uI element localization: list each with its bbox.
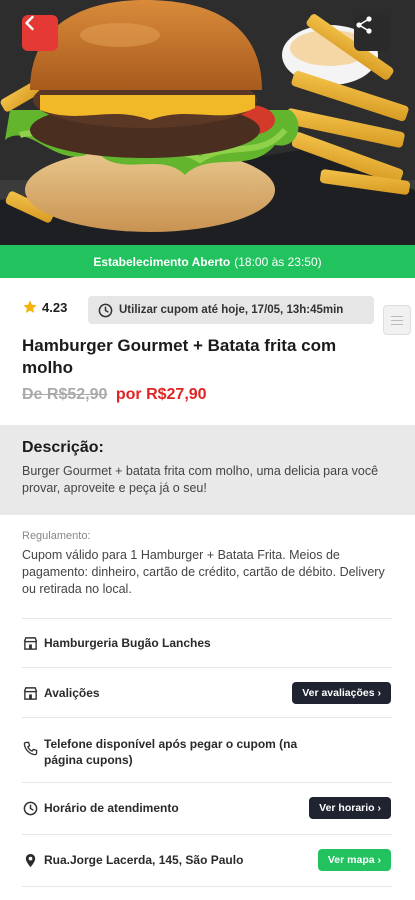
share-icon — [356, 16, 372, 34]
reviews-label: Avalições — [44, 686, 100, 700]
clock-icon — [22, 800, 38, 816]
divider — [22, 618, 392, 619]
back-button[interactable] — [22, 15, 58, 51]
offer-prices: De R$52,90 por R$27,90 — [22, 386, 207, 404]
star-icon — [23, 300, 37, 313]
chevron-left-icon — [25, 15, 34, 31]
share-button[interactable] — [354, 15, 390, 51]
coupon-deadline-badge: Utilizar cupom até hoje, 17/05, 13h:45mi… — [88, 296, 374, 324]
phone-info: Telefone disponível após pegar o cupom (… — [44, 737, 298, 767]
phone-row: Telefone disponível após pegar o cupom (… — [22, 736, 322, 768]
address-text: Rua.Jorge Lacerda, 145, São Paulo — [44, 853, 244, 867]
store-icon — [22, 685, 38, 701]
divider — [22, 782, 392, 783]
hero-image — [0, 0, 415, 245]
regulation-text: Cupom válido para 1 Hamburger + Batata F… — [22, 548, 385, 596]
rating: 4.23 — [22, 299, 67, 315]
price-new: por R$27,90 — [115, 386, 207, 403]
hours-label: Horário de atendimento — [44, 801, 179, 815]
divider — [22, 886, 392, 887]
location-pin-icon — [22, 852, 38, 868]
store-name: Hamburgeria Bugão Lanches — [44, 636, 211, 650]
divider — [22, 717, 392, 718]
status-hours: (18:00 às 23:50) — [234, 254, 322, 269]
phone-icon — [22, 740, 38, 756]
view-reviews-button[interactable]: Ver avaliações › — [292, 682, 391, 704]
description-title: Descrição: — [22, 439, 104, 456]
offer-title: Hamburger Gourmet + Batata frita com mol… — [22, 336, 337, 377]
menu-icon[interactable] — [383, 305, 411, 335]
rating-value: 4.23 — [42, 299, 68, 315]
clock-icon — [98, 303, 113, 317]
divider — [22, 834, 392, 835]
status-label: Estabelecimento Aberto — [93, 254, 231, 269]
store-row[interactable]: Hamburgeria Bugão Lanches — [22, 635, 392, 651]
description-section: Descrição: Burger Gourmet + batata frita… — [0, 425, 415, 515]
store-icon — [22, 635, 38, 651]
description-text: Burger Gourmet + batata frita com molho,… — [22, 464, 379, 495]
price-old: De R$52,90 — [22, 386, 108, 403]
regulation-label: Regulamento: — [22, 530, 91, 542]
view-hours-button[interactable]: Ver horario › — [309, 797, 391, 819]
divider — [22, 667, 392, 668]
view-map-button[interactable]: Ver mapa › — [317, 849, 391, 871]
coupon-deadline-text: Utilizar cupom até hoje, 17/05, 13h:45mi… — [119, 304, 344, 316]
store-status-banner: Estabelecimento Aberto (18:00 às 23:50) — [0, 245, 415, 278]
burger-illustration — [0, 0, 415, 245]
